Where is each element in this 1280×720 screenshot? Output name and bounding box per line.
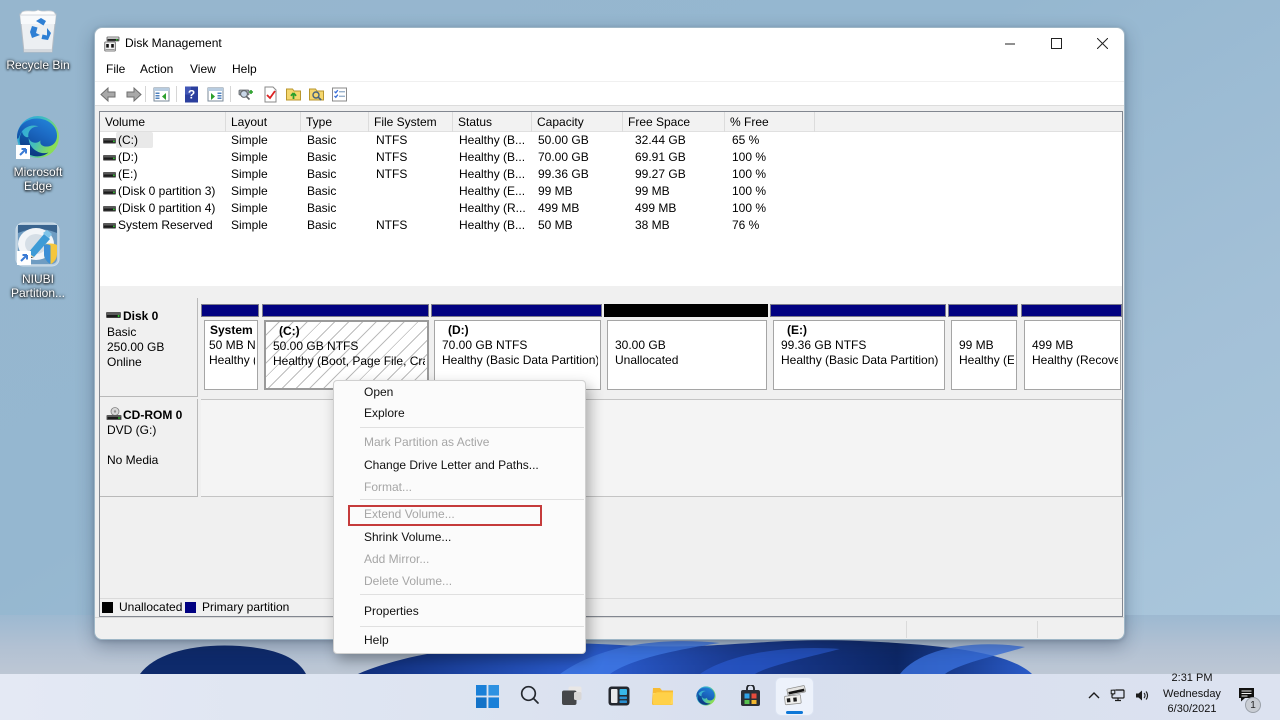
svg-text:?: ?: [188, 88, 195, 102]
